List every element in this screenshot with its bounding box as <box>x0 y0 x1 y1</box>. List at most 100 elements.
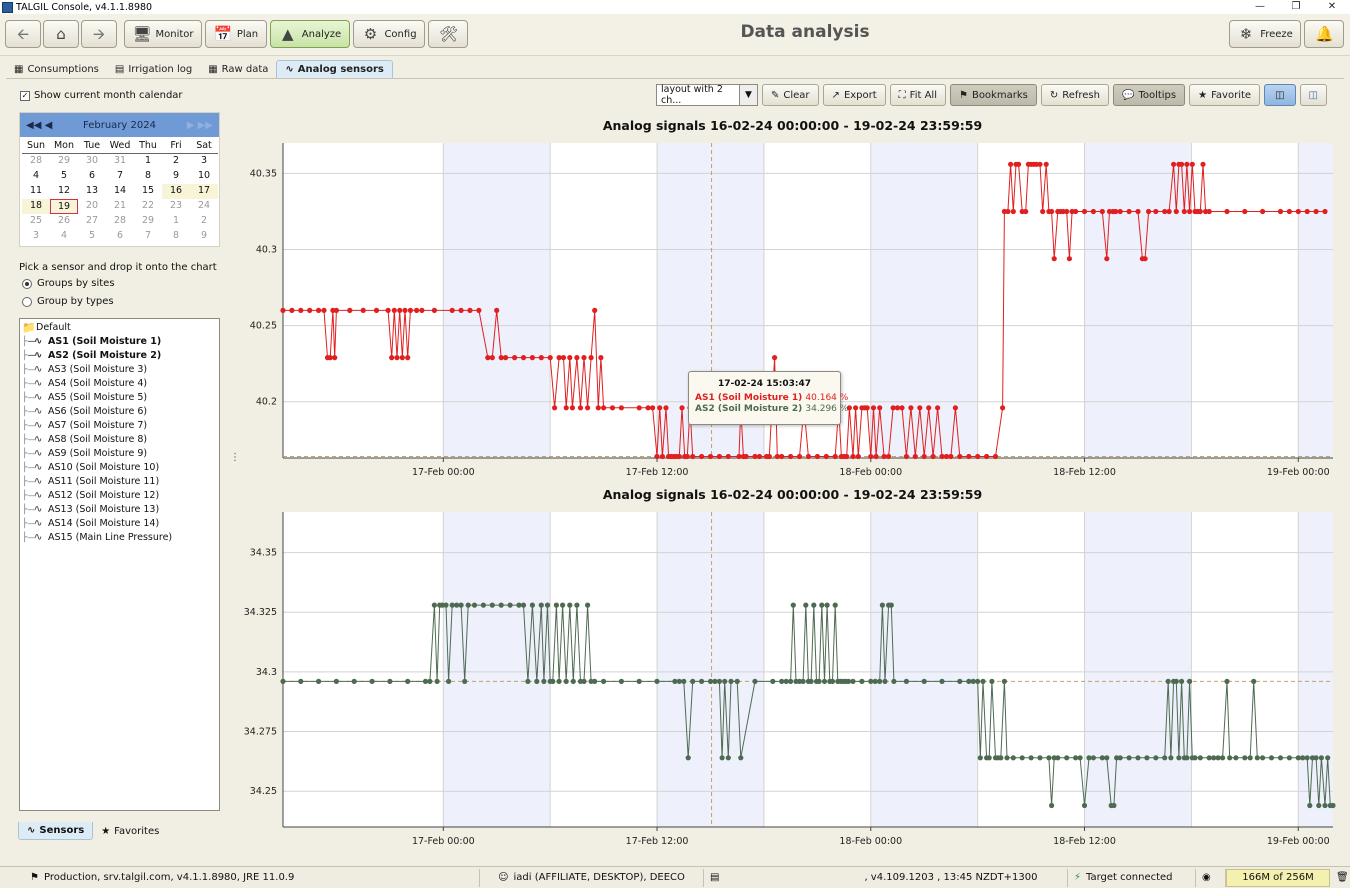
plan-button[interactable]: 📅 Plan <box>205 20 267 48</box>
calendar-day[interactable]: 6 <box>106 229 134 244</box>
sensor-tree-item[interactable]: ├— ∿ AS11 (Soil Moisture 11) <box>22 475 219 489</box>
calendar-day[interactable]: 28 <box>22 154 50 169</box>
sensor-tree-item[interactable]: ├— ∿ AS4 (Soil Moisture 4) <box>22 377 219 391</box>
home-button[interactable]: ⌂ <box>43 20 79 48</box>
calendar-day[interactable]: 27 <box>78 214 106 229</box>
calendar-day[interactable]: 31 <box>106 154 134 169</box>
group-by-types-radio[interactable] <box>22 296 32 307</box>
sensor-tree-item[interactable]: ├— ∿ AS3 (Soil Moisture 3) <box>22 363 219 377</box>
sensor-tree-item[interactable]: ├— ∿ AS14 (Soil Moisture 14) <box>22 517 219 531</box>
show-calendar-checkbox[interactable]: ✓ <box>20 90 30 101</box>
sensor-tree-item[interactable]: ├— ∿ AS2 (Soil Moisture 2) <box>22 349 219 363</box>
calendar-day[interactable]: 3 <box>190 154 218 169</box>
panel-splitter-handle[interactable]: ⋮ <box>230 453 240 470</box>
calendar-day[interactable]: 8 <box>162 229 190 244</box>
group-by-sites-option[interactable]: Groups by sites <box>22 278 115 289</box>
favorite-button[interactable]: ★ Favorite <box>1189 84 1261 106</box>
export-button[interactable]: ↗ Export <box>822 84 886 106</box>
group-by-types-option[interactable]: Group by types <box>22 296 114 307</box>
back-button[interactable]: 🡨 <box>5 20 41 48</box>
refresh-button[interactable]: ↻ Refresh <box>1040 84 1109 106</box>
sensor-tree-item[interactable]: ├— ∿ AS5 (Soil Moisture 5) <box>22 391 219 405</box>
calendar-day[interactable]: 6 <box>78 169 106 184</box>
layout-single-button[interactable]: ◫ <box>1299 84 1327 106</box>
calendar-day[interactable]: 25 <box>22 214 50 229</box>
prev-year-button[interactable]: ◀◀ ◀ <box>26 120 52 131</box>
calendar-day[interactable]: 23 <box>162 199 190 214</box>
fit-all-button[interactable]: ⛶ Fit All <box>889 84 946 106</box>
group-by-sites-radio[interactable] <box>22 278 32 289</box>
sensor-tree-item[interactable]: ├— ∿ AS9 (Soil Moisture 9) <box>22 447 219 461</box>
tree-root[interactable]: 📁 Default <box>22 321 219 335</box>
calendar-day[interactable]: 7 <box>106 169 134 184</box>
sensor-tree-item[interactable]: ├— ∿ AS10 (Soil Moisture 10) <box>22 461 219 475</box>
chart2-plot[interactable]: 34.25 34.275 34.3 34.325 34.35 17-Feb 00:00 17… <box>240 504 1345 849</box>
calendar-day[interactable]: 8 <box>134 169 162 184</box>
layout-select[interactable]: layout with 2 ch... ▼ <box>656 84 758 106</box>
tooltips-button[interactable]: 💬 Tooltips <box>1112 84 1186 106</box>
calendar-day[interactable]: 13 <box>78 184 106 199</box>
tab-favorites[interactable]: ★ Favorites <box>93 822 167 840</box>
calendar-day[interactable]: 5 <box>78 229 106 244</box>
calendar-day[interactable]: 2 <box>190 214 218 229</box>
sensor-tree-item[interactable]: ├— ∿ AS1 (Soil Moisture 1) <box>22 335 219 349</box>
tab-irrigation-log[interactable]: ▤ Irrigation log <box>107 60 200 78</box>
alarm-button[interactable]: 🔔 <box>1304 20 1344 48</box>
calendar-day[interactable]: 24 <box>190 199 218 214</box>
sensor-tree-item[interactable]: ├— ∿ AS7 (Soil Moisture 7) <box>22 419 219 433</box>
config-button[interactable]: ⚙ Config <box>353 20 425 48</box>
layout-split-button[interactable]: ◫ <box>1264 84 1296 106</box>
calendar-day[interactable]: 22 <box>134 199 162 214</box>
calendar-day[interactable]: 16 <box>162 184 190 199</box>
calendar-day[interactable]: 10 <box>190 169 218 184</box>
tab-analog-sensors[interactable]: ∿ Analog sensors <box>276 60 393 78</box>
close-button[interactable]: ✕ <box>1314 0 1350 14</box>
sensor-tree-item[interactable]: ├— ∿ AS13 (Soil Moisture 13) <box>22 503 219 517</box>
calendar-day[interactable]: 18 <box>22 199 50 214</box>
minimize-button[interactable]: — <box>1242 0 1278 14</box>
calendar-day[interactable]: 29 <box>50 154 78 169</box>
calendar-day[interactable]: 30 <box>78 154 106 169</box>
tab-consumptions[interactable]: ▦ Consumptions <box>6 60 107 78</box>
calendar-day[interactable]: 2 <box>162 154 190 169</box>
show-calendar-row[interactable]: ✓ Show current month calendar <box>20 90 183 101</box>
analyze-button[interactable]: ▲ Analyze <box>270 20 350 48</box>
bookmarks-button[interactable]: ⚑ Bookmarks <box>949 84 1037 106</box>
restore-button[interactable]: ❐ <box>1278 0 1314 14</box>
next-month-button[interactable]: ▶ ▶▶ <box>187 120 213 131</box>
calendar-day[interactable]: 26 <box>50 214 78 229</box>
calendar-day[interactable]: 3 <box>22 229 50 244</box>
gc-button[interactable]: ◉ <box>1196 868 1226 887</box>
sensor-tree-item[interactable]: ├— ∿ AS8 (Soil Moisture 8) <box>22 433 219 447</box>
tools-button[interactable]: 🛠 <box>428 20 468 48</box>
chart1-plot[interactable]: 40.2 40.25 40.3 40.35 17-Feb 00:00 17-Feb 12:… <box>240 135 1345 480</box>
sensor-tree-item[interactable]: ├— ∿ AS15 (Main Line Pressure) <box>22 531 219 545</box>
calendar-day[interactable]: 17 <box>190 184 218 199</box>
prev-month-button[interactable]: ◀ <box>45 120 53 131</box>
freeze-button[interactable]: ❄ Freeze <box>1229 20 1301 48</box>
trash-button[interactable]: 🗑 <box>1330 869 1349 887</box>
calendar-day[interactable]: 1 <box>134 154 162 169</box>
calendar-day[interactable]: 1 <box>162 214 190 229</box>
calendar-day[interactable]: 4 <box>22 169 50 184</box>
forward-button[interactable]: 🡪 <box>81 20 117 48</box>
tab-sensors[interactable]: ∿ Sensors <box>18 822 94 840</box>
calendar-day[interactable]: 28 <box>106 214 134 229</box>
calendar-day[interactable]: 21 <box>106 199 134 214</box>
sensor-tree-item[interactable]: ├— ∿ AS12 (Soil Moisture 12) <box>22 489 219 503</box>
calendar-day[interactable]: 5 <box>50 169 78 184</box>
chevron-down-icon[interactable]: ▼ <box>739 85 757 105</box>
clear-button[interactable]: ✎ Clear <box>762 84 819 106</box>
calendar-day[interactable]: 20 <box>78 199 106 214</box>
calendar-day[interactable]: 9 <box>190 229 218 244</box>
tab-raw-data[interactable]: ▦ Raw data <box>200 60 276 78</box>
calendar-day[interactable]: 12 <box>50 184 78 199</box>
calendar-day[interactable]: 4 <box>50 229 78 244</box>
calendar-day[interactable]: 19 <box>50 199 78 214</box>
calendar-day[interactable]: 29 <box>134 214 162 229</box>
calendar-day[interactable]: 9 <box>162 169 190 184</box>
calendar-day[interactable]: 7 <box>134 229 162 244</box>
monitor-button[interactable]: 🖥 Monitor <box>124 20 202 48</box>
sensor-tree-item[interactable]: ├— ∿ AS6 (Soil Moisture 6) <box>22 405 219 419</box>
calendar-day[interactable]: 14 <box>106 184 134 199</box>
